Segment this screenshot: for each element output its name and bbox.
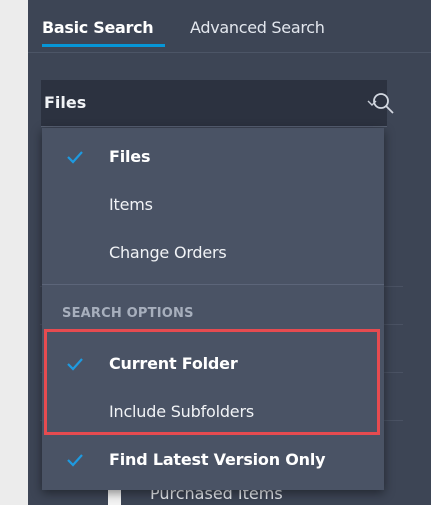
search-icon[interactable] (372, 92, 396, 116)
option-label: Find Latest Version Only (109, 450, 326, 469)
check-icon (67, 358, 83, 371)
search-tabs: Basic Search Advanced Search (28, 0, 431, 53)
option-find-latest-version-only[interactable]: Find Latest Version Only (42, 437, 384, 485)
dropdown-item-files[interactable]: Files (42, 134, 384, 182)
purchased-items-checkbox[interactable] (108, 489, 121, 505)
tab-basic-search[interactable]: Basic Search (42, 18, 154, 37)
dropdown-item-label: Files (109, 147, 151, 166)
search-type-value: Files (44, 93, 87, 112)
search-options-heading: SEARCH OPTIONS (62, 306, 194, 321)
dropdown-item-label: Items (109, 195, 153, 214)
search-type-dropdown: Files Items Change Orders SEARCH OPTIONS… (42, 128, 384, 490)
dropdown-item-change-orders[interactable]: Change Orders (42, 230, 384, 278)
dropdown-divider (42, 284, 384, 285)
option-label: Current Folder (109, 354, 238, 373)
check-icon (67, 454, 83, 467)
dropdown-item-items[interactable]: Items (42, 182, 384, 230)
check-icon (67, 151, 83, 164)
option-include-subfolders[interactable]: Include Subfolders (42, 389, 384, 437)
option-label: Include Subfolders (109, 402, 254, 421)
tab-advanced-search[interactable]: Advanced Search (190, 18, 325, 37)
active-tab-indicator (42, 44, 165, 47)
dropdown-item-label: Change Orders (109, 243, 227, 262)
search-type-select[interactable]: Files (41, 80, 387, 127)
option-current-folder[interactable]: Current Folder (42, 341, 384, 389)
